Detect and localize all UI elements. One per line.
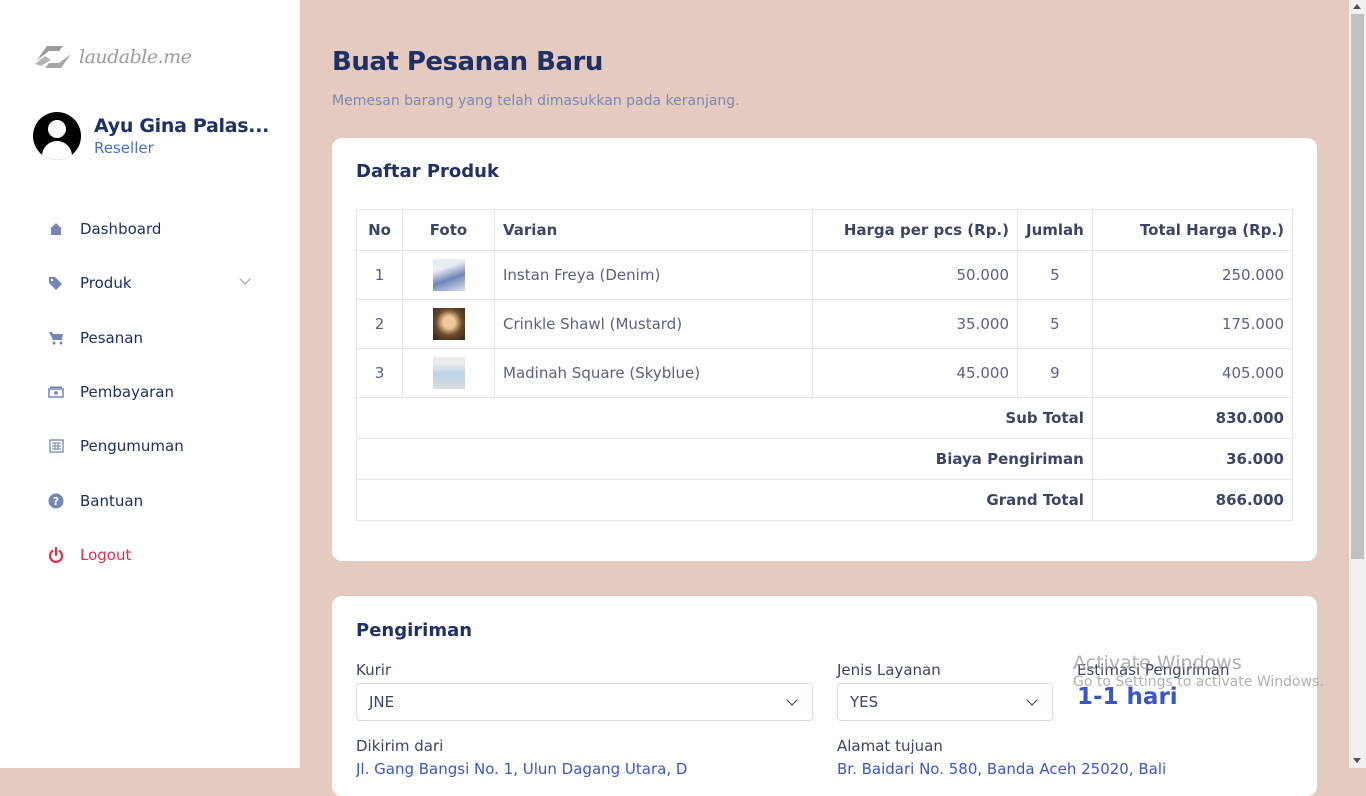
- table-row: 1 Instan Freya (Denim) 50.000 5 250.000: [356, 250, 1294, 300]
- shipping-card: Pengiriman Kurir JNE Jenis Layanan YES E…: [332, 596, 1317, 796]
- product-photo: [402, 299, 495, 349]
- table-header: No Foto Varian Harga per pcs (Rp.) Jumla…: [356, 209, 1294, 251]
- product-photo: [402, 348, 495, 398]
- row-qty: 5: [1017, 250, 1093, 300]
- chevron-down-icon: [1026, 694, 1038, 706]
- row-price: 35.000: [812, 299, 1018, 349]
- newspaper-icon: [47, 437, 65, 455]
- power-icon: [47, 546, 65, 564]
- money-icon: [47, 383, 65, 401]
- sidebar-item-label: Pembayaran: [80, 383, 174, 402]
- col-varian: Varian: [494, 209, 813, 251]
- sidebar-item-pengumuman[interactable]: Pengumuman: [47, 419, 257, 473]
- destination-label: Alamat tujuan: [837, 737, 943, 755]
- chevron-down-icon[interactable]: [239, 273, 251, 285]
- service-value: YES: [850, 693, 879, 711]
- col-jumlah: Jumlah: [1017, 209, 1093, 251]
- svg-text:?: ?: [53, 495, 59, 508]
- sidebar-item-label: Bantuan: [80, 491, 144, 510]
- service-select[interactable]: YES: [837, 683, 1053, 721]
- sidebar-item-label: Logout: [80, 545, 132, 564]
- estimate-value: 1-1 hari: [1077, 684, 1178, 710]
- card-title: Pengiriman: [356, 620, 473, 641]
- page-scrollbar[interactable]: [1349, 0, 1366, 768]
- shipping-cost-row: Biaya Pengiriman 36.000: [356, 438, 1294, 480]
- grand-total-label: Grand Total: [356, 479, 1093, 521]
- row-total: 405.000: [1091, 348, 1294, 398]
- sidebar-item-pesanan[interactable]: Pesanan: [47, 311, 257, 365]
- logo-mark-icon: [35, 46, 71, 68]
- sidebar-item-label: Pesanan: [80, 328, 143, 347]
- service-label: Jenis Layanan: [837, 661, 941, 679]
- row-total: 250.000: [1091, 250, 1294, 300]
- courier-value: JNE: [369, 693, 395, 711]
- row-no: 1: [356, 250, 403, 300]
- sidebar-item-produk[interactable]: Produk: [47, 256, 257, 310]
- main-content: Buat Pesanan Baru Memesan barang yang te…: [300, 0, 1349, 796]
- page-subtitle: Memesan barang yang telah dimasukkan pad…: [332, 93, 740, 109]
- sidebar-item-label: Pengumuman: [80, 437, 184, 456]
- sidebar-item-label: Produk: [80, 274, 132, 293]
- destination-address: Br. Baidari No. 580, Banda Aceh 25020, B…: [837, 760, 1167, 778]
- courier-select[interactable]: JNE: [356, 683, 813, 721]
- row-price: 50.000: [812, 250, 1018, 300]
- user-role: Reseller: [94, 139, 154, 157]
- page-title: Buat Pesanan Baru: [332, 47, 603, 77]
- scrollbar-thumb[interactable]: [1351, 14, 1364, 559]
- table-row: 3 Madinah Square (Skyblue) 45.000 9 405.…: [356, 348, 1294, 398]
- subtotal-row: Sub Total 830.000: [356, 397, 1294, 439]
- sidebar-item-pembayaran[interactable]: Pembayaran: [47, 365, 257, 419]
- scroll-down-icon[interactable]: [1353, 758, 1361, 763]
- user-profile[interactable]: Ayu Gina Palas... Reseller: [33, 112, 269, 160]
- home-icon: [47, 220, 65, 238]
- row-price: 45.000: [812, 348, 1018, 398]
- row-no: 3: [356, 348, 403, 398]
- shipping-cost-label: Biaya Pengiriman: [356, 438, 1093, 480]
- product-list-card: Daftar Produk No Foto Varian Harga per p…: [332, 138, 1317, 561]
- chevron-down-icon: [786, 694, 798, 706]
- tags-icon: [47, 274, 65, 292]
- col-no: No: [356, 209, 403, 251]
- origin-address: Jl. Gang Bangsi No. 1, Ulun Dagang Utara…: [356, 760, 688, 778]
- sidebar-nav: Dashboard Produk Pesanan Pembayaran Peng…: [47, 202, 257, 582]
- courier-label: Kurir: [356, 661, 392, 679]
- subtotal-label: Sub Total: [356, 397, 1093, 439]
- grand-total-row: Grand Total 866.000: [356, 479, 1294, 521]
- col-total: Total Harga (Rp.): [1091, 209, 1294, 251]
- row-variant: Madinah Square (Skyblue): [494, 348, 813, 398]
- scroll-up-icon[interactable]: [1353, 4, 1361, 9]
- cart-icon: [47, 329, 65, 347]
- sidebar-item-logout[interactable]: Logout: [47, 528, 257, 582]
- row-variant: Instan Freya (Denim): [494, 250, 813, 300]
- estimate-label: Estimasi Pengiriman: [1077, 661, 1230, 679]
- row-no: 2: [356, 299, 403, 349]
- sidebar-item-bantuan[interactable]: ? Bantuan: [47, 473, 257, 527]
- subtotal-value: 830.000: [1091, 397, 1294, 439]
- row-variant: Crinkle Shawl (Mustard): [494, 299, 813, 349]
- row-qty: 5: [1017, 299, 1093, 349]
- sidebar-item-dashboard[interactable]: Dashboard: [47, 202, 257, 256]
- table-row: 2 Crinkle Shawl (Mustard) 35.000 5 175.0…: [356, 299, 1294, 349]
- sidebar: laudable.me Ayu Gina Palas... Reseller D…: [0, 0, 300, 768]
- brand-logo[interactable]: laudable.me: [33, 42, 192, 72]
- user-name: Ayu Gina Palas...: [94, 115, 270, 137]
- card-title: Daftar Produk: [356, 161, 499, 182]
- question-circle-icon: ?: [47, 492, 65, 510]
- origin-label: Dikirim dari: [356, 737, 444, 755]
- col-foto: Foto: [402, 209, 495, 251]
- product-table: No Foto Varian Harga per pcs (Rp.) Jumla…: [356, 209, 1294, 521]
- shipping-cost-value: 36.000: [1091, 438, 1294, 480]
- sidebar-item-label: Dashboard: [80, 220, 162, 239]
- avatar: [33, 112, 81, 160]
- product-photo: [402, 250, 495, 300]
- grand-total-value: 866.000: [1091, 479, 1294, 521]
- logo-text: laudable.me: [79, 46, 192, 68]
- row-total: 175.000: [1091, 299, 1294, 349]
- row-qty: 9: [1017, 348, 1093, 398]
- col-harga: Harga per pcs (Rp.): [812, 209, 1018, 251]
